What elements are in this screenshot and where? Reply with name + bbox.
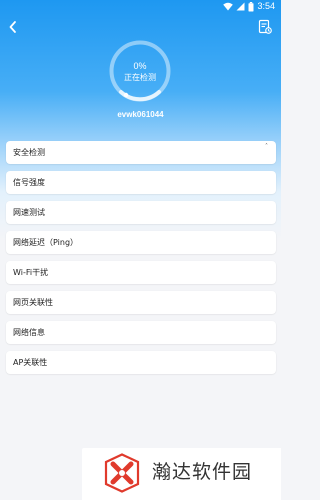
check-item-security[interactable]: 安全检测 ˄: [6, 141, 276, 164]
progress-ring: [109, 40, 171, 102]
battery-icon: [248, 1, 254, 12]
check-item-label: 网页关联性: [13, 298, 53, 307]
check-item-label: Wi-Fi干扰: [13, 268, 49, 277]
check-item-network-info[interactable]: 网络信息: [6, 321, 276, 344]
network-name: evwk061044: [117, 110, 164, 119]
status-icons: 3:54: [223, 1, 275, 12]
check-item-label: AP关联性: [13, 358, 48, 367]
check-item-signal-strength[interactable]: 信号强度: [6, 171, 276, 194]
progress-percent: 0%: [133, 61, 147, 71]
check-item-ping[interactable]: 网络延迟（Ping）: [6, 231, 276, 254]
check-item-wifi-interference[interactable]: Wi-Fi干扰: [6, 261, 276, 284]
signal-icon: [236, 2, 245, 11]
watermark-text: 瀚达软件园: [152, 461, 253, 483]
caret-up-icon: ˄: [265, 143, 268, 150]
check-item-list: 安全检测 ˄ 信号强度 网速测试 网络延迟（Ping） Wi-Fi干扰 网页关联…: [6, 141, 276, 381]
check-item-label: 网络信息: [13, 328, 45, 337]
scan-progress-gauge: 0% 正在检测: [108, 39, 172, 103]
status-bar: 3:54: [0, 0, 281, 13]
scan-status-text: 正在检测: [124, 73, 156, 82]
check-item-speed-test[interactable]: 网速测试: [6, 201, 276, 224]
watermark-logo-icon: [102, 453, 142, 493]
check-item-label: 网速测试: [13, 208, 45, 217]
check-item-label: 信号强度: [13, 178, 45, 187]
back-button[interactable]: [5, 18, 21, 36]
watermark: 瀚达软件园: [82, 448, 281, 500]
check-item-label: 安全检测: [13, 148, 45, 157]
report-button[interactable]: [257, 18, 273, 36]
check-item-label: 网络延迟（Ping）: [13, 238, 79, 247]
chevron-left-icon: [5, 21, 21, 40]
check-item-ap-association[interactable]: AP关联性: [6, 351, 276, 374]
wifi-icon: [223, 2, 234, 11]
clock-time: 3:54: [257, 1, 275, 11]
check-item-web-connectivity[interactable]: 网页关联性: [6, 291, 276, 314]
report-document-icon: [257, 19, 273, 40]
